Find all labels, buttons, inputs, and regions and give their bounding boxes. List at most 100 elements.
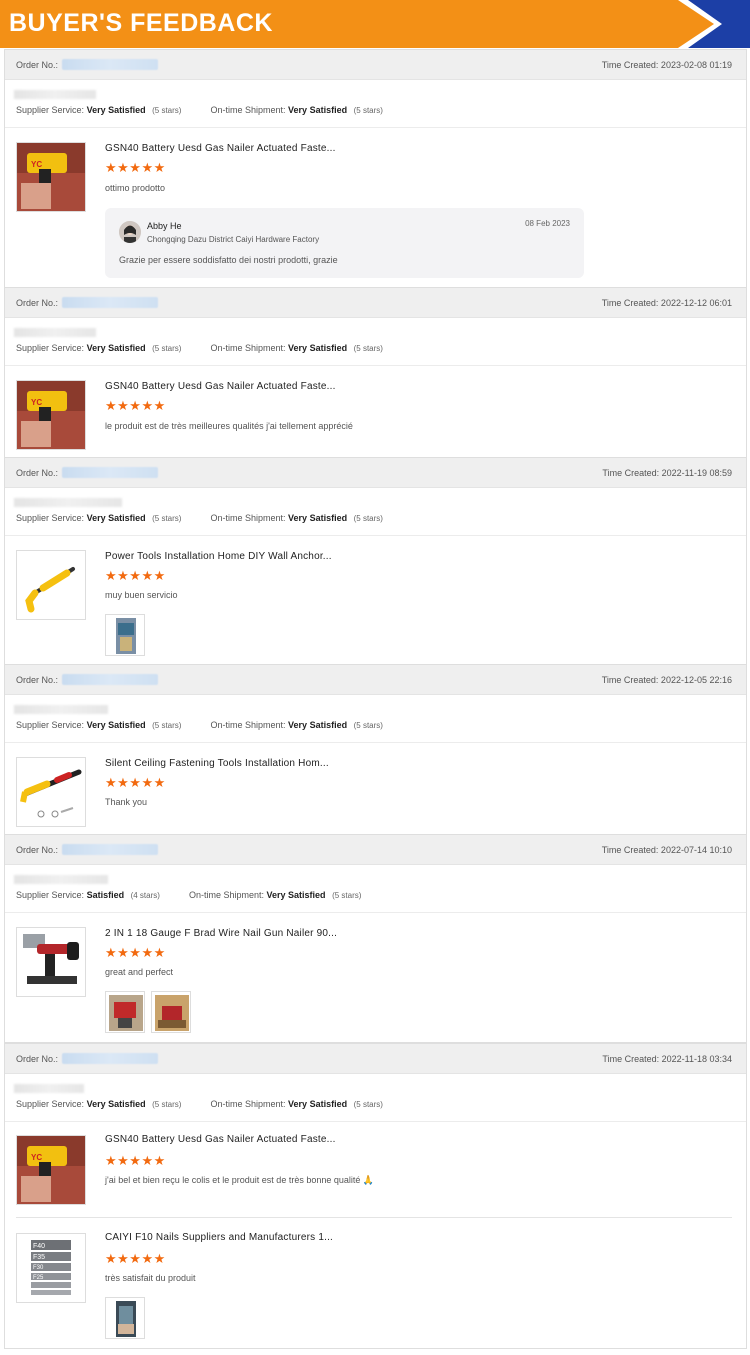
review-header: Order No.: Time Created: 2022-07-14 10:1… bbox=[5, 835, 746, 865]
shipment-label: On-time Shipment: bbox=[210, 105, 286, 115]
shipment-label: On-time Shipment: bbox=[210, 513, 286, 523]
review-header: Order No.: Time Created: 2022-12-05 22:1… bbox=[5, 665, 746, 695]
shipment-stars: (5 stars) bbox=[353, 106, 383, 115]
time-created: Time Created: 2023-02-08 01:19 bbox=[601, 60, 732, 70]
supplier-stars: (5 stars) bbox=[152, 1100, 182, 1109]
shipment-rating: Very Satisfied bbox=[288, 720, 348, 730]
brad-nail-gun-photo-icon[interactable] bbox=[16, 927, 86, 997]
rating-line: Supplier Service: Very Satisfied (5 star… bbox=[16, 720, 383, 730]
supplier-service-label: Supplier Service: bbox=[16, 105, 85, 115]
order-no-label: Order No.: bbox=[16, 60, 59, 70]
buyer-photo[interactable] bbox=[105, 991, 145, 1033]
rating-summary: Supplier Service: Satisfied (4 stars) On… bbox=[5, 865, 746, 913]
review-card: Order No.: Time Created: 2022-11-19 08:5… bbox=[4, 457, 747, 666]
feedback-banner: BUYER'S FEEDBACK bbox=[0, 0, 750, 48]
supplier-stars: (5 stars) bbox=[152, 106, 182, 115]
star-rating: ★★★★★ bbox=[105, 568, 166, 583]
buyer-name-redacted bbox=[14, 498, 122, 507]
nail-label-f35: F35 bbox=[33, 1254, 45, 1261]
order-no-label: Order No.: bbox=[16, 675, 59, 685]
buyer-photo[interactable] bbox=[105, 1297, 145, 1339]
product-title[interactable]: GSN40 Battery Uesd Gas Nailer Actuated F… bbox=[105, 381, 336, 392]
time-created: Time Created: 2022-12-05 22:16 bbox=[601, 675, 732, 685]
buyer-name-redacted bbox=[14, 875, 108, 884]
rating-summary: Supplier Service: Very Satisfied (5 star… bbox=[5, 80, 746, 128]
svg-text:YC: YC bbox=[31, 160, 42, 169]
avatar bbox=[119, 221, 141, 243]
shipment-rating: Very Satisfied bbox=[288, 1099, 348, 1109]
banner-title: BUYER'S FEEDBACK bbox=[9, 9, 273, 37]
nail-label-f25: F25 bbox=[33, 1275, 44, 1281]
supplier-reply: Abby He Chongqing Dazu District Caiyi Ha… bbox=[105, 208, 584, 278]
shipment-label: On-time Shipment: bbox=[188, 890, 264, 900]
shipment-stars: (5 stars) bbox=[353, 721, 383, 730]
rating-summary: Supplier Service: Very Satisfied (5 star… bbox=[5, 1074, 746, 1122]
buyer-name-redacted bbox=[14, 705, 108, 714]
gas-nailer-photo-icon[interactable]: YC bbox=[16, 1135, 86, 1205]
order-number-redacted bbox=[62, 297, 158, 308]
order-number-redacted bbox=[62, 844, 158, 855]
star-rating: ★★★★★ bbox=[105, 160, 166, 175]
buyer-name-redacted bbox=[14, 328, 96, 337]
supplier-rating: Satisfied bbox=[86, 890, 125, 900]
review-comment: le produit est de très meilleures qualit… bbox=[105, 421, 353, 431]
time-created: Time Created: 2022-07-14 10:10 bbox=[601, 845, 732, 855]
supplier-rating: Very Satisfied bbox=[86, 720, 146, 730]
product-title[interactable]: CAIYI F10 Nails Suppliers and Manufactur… bbox=[105, 1232, 333, 1243]
supplier-service-label: Supplier Service: bbox=[16, 513, 85, 523]
yellow-fastening-tool-photo-icon[interactable] bbox=[16, 550, 86, 620]
shipment-label: On-time Shipment: bbox=[210, 343, 286, 353]
rating-line: Supplier Service: Satisfied (4 stars) On… bbox=[16, 890, 361, 900]
shipment-label: On-time Shipment: bbox=[210, 720, 286, 730]
supplier-stars: (5 stars) bbox=[152, 344, 182, 353]
shipment-stars: (5 stars) bbox=[353, 1100, 383, 1109]
buyer-photo[interactable] bbox=[105, 614, 145, 656]
rating-summary: Supplier Service: Very Satisfied (5 star… bbox=[5, 695, 746, 743]
rating-summary: Supplier Service: Very Satisfied (5 star… bbox=[5, 488, 746, 536]
review-comment: très satisfait du produit bbox=[105, 1273, 196, 1283]
buyer-name-redacted bbox=[14, 1084, 84, 1093]
product-title[interactable]: GSN40 Battery Uesd Gas Nailer Actuated F… bbox=[105, 143, 336, 154]
product-title[interactable]: GSN40 Battery Uesd Gas Nailer Actuated F… bbox=[105, 1134, 336, 1145]
order-number-redacted bbox=[62, 467, 158, 478]
shipment-rating: Very Satisfied bbox=[288, 513, 348, 523]
star-rating: ★★★★★ bbox=[105, 945, 166, 960]
svg-text:YC: YC bbox=[31, 1153, 42, 1162]
gas-nailer-photo-icon[interactable]: YC bbox=[16, 142, 86, 212]
order-number-redacted bbox=[62, 59, 158, 70]
banner-arrow-graphic bbox=[678, 0, 750, 48]
rating-summary: Supplier Service: Very Satisfied (5 star… bbox=[5, 318, 746, 366]
star-rating: ★★★★★ bbox=[105, 1251, 166, 1266]
review-comment: ottimo prodotto bbox=[105, 183, 166, 193]
star-rating: ★★★★★ bbox=[105, 775, 166, 790]
supplier-service-label: Supplier Service: bbox=[16, 1099, 85, 1109]
product-title[interactable]: Power Tools Installation Home DIY Wall A… bbox=[105, 551, 332, 562]
order-no-label: Order No.: bbox=[16, 298, 59, 308]
rating-line: Supplier Service: Very Satisfied (5 star… bbox=[16, 343, 383, 353]
time-created: Time Created: 2022-12-12 06:01 bbox=[601, 298, 732, 308]
time-created: Time Created: 2022-11-18 03:34 bbox=[602, 1054, 732, 1064]
rating-line: Supplier Service: Very Satisfied (5 star… bbox=[16, 1099, 383, 1109]
supplier-service-label: Supplier Service: bbox=[16, 343, 85, 353]
product-title[interactable]: Silent Ceiling Fastening Tools Installat… bbox=[105, 758, 329, 769]
review-card: Order No.: Time Created: 2023-02-08 01:1… bbox=[4, 49, 747, 289]
review-header: Order No.: Time Created: 2022-11-18 03:3… bbox=[5, 1044, 746, 1074]
product-title[interactable]: 2 IN 1 18 Gauge F Brad Wire Nail Gun Nai… bbox=[105, 928, 337, 939]
star-rating: ★★★★★ bbox=[105, 1153, 166, 1168]
shipment-label: On-time Shipment: bbox=[210, 1099, 286, 1109]
reply-text: Grazie per essere soddisfatto dei nostri… bbox=[119, 255, 338, 265]
buyer-photo[interactable] bbox=[151, 991, 191, 1033]
shipment-stars: (5 stars) bbox=[353, 514, 383, 523]
supplier-stars: (5 stars) bbox=[152, 721, 182, 730]
f-nails-photo-icon[interactable]: F40 F35 F30 F25 bbox=[16, 1233, 86, 1303]
ceiling-fastening-tool-photo-icon[interactable] bbox=[16, 757, 86, 827]
review-header: Order No.: Time Created: 2023-02-08 01:1… bbox=[5, 50, 746, 80]
gas-nailer-photo-icon[interactable]: YC bbox=[16, 380, 86, 450]
reply-date: 08 Feb 2023 bbox=[525, 219, 570, 228]
rating-line: Supplier Service: Very Satisfied (5 star… bbox=[16, 105, 383, 115]
review-card: Order No.: Time Created: 2022-11-18 03:3… bbox=[4, 1043, 747, 1349]
shipment-rating: Very Satisfied bbox=[288, 105, 348, 115]
review-header: Order No.: Time Created: 2022-11-19 08:5… bbox=[5, 458, 746, 488]
order-number-redacted bbox=[62, 1053, 158, 1064]
review-comment: muy buen servicio bbox=[105, 590, 178, 600]
